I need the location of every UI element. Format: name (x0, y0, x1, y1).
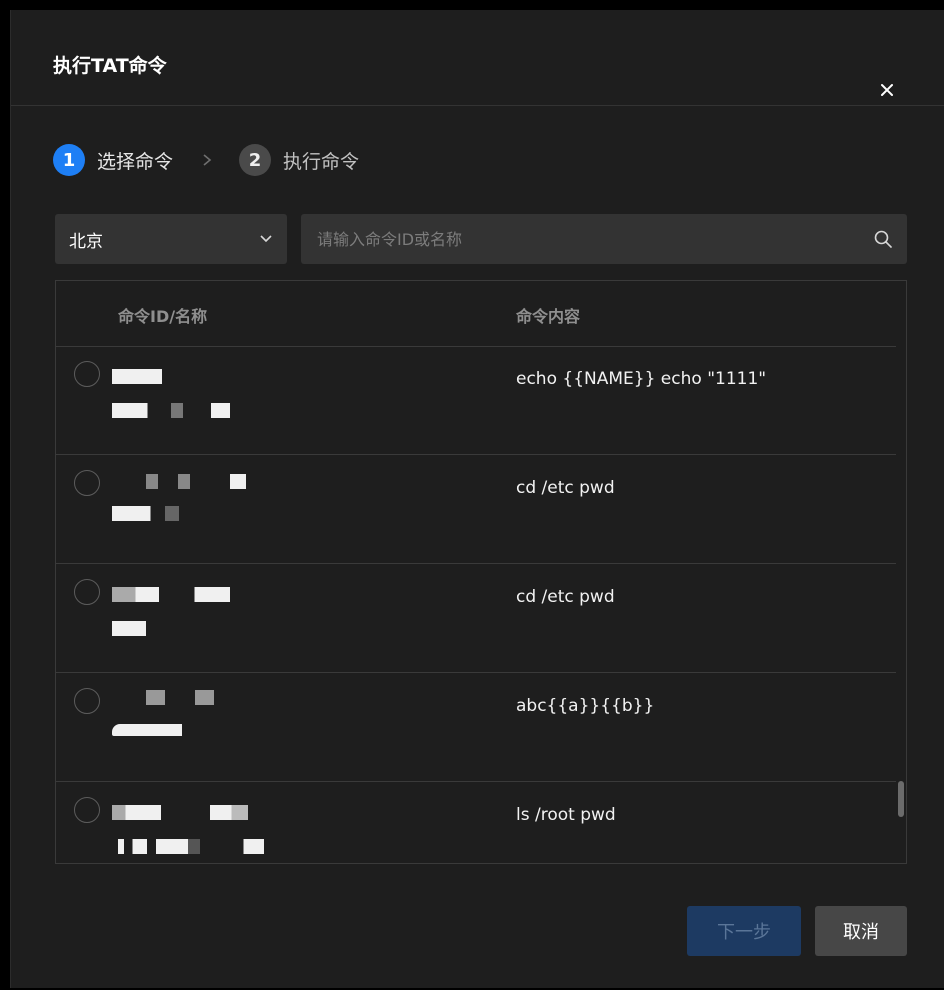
chevron-right-icon (199, 152, 215, 168)
command-content: cd /etc pwd (516, 478, 615, 498)
search-icon[interactable] (873, 229, 893, 249)
row-radio[interactable] (74, 361, 100, 387)
column-header-id-name: 命令ID/名称 (118, 307, 208, 326)
command-search-input[interactable] (317, 229, 873, 249)
command-content: abc{{a}}{{b}} (516, 696, 655, 716)
redacted-command-name (112, 403, 230, 418)
row-radio[interactable] (74, 470, 100, 496)
redacted-command-name (112, 621, 146, 636)
redacted-command-name (112, 506, 208, 521)
region-select-value: 北京 (69, 231, 103, 252)
region-select[interactable]: 北京 (55, 214, 287, 264)
redacted-command-name (118, 839, 264, 854)
next-step-button[interactable]: 下一步 (687, 906, 801, 956)
cancel-button[interactable]: 取消 (815, 906, 907, 956)
table-row[interactable]: ls /root pwd (56, 783, 896, 863)
table-header: 命令ID/名称 命令内容 (56, 281, 896, 347)
table-row[interactable]: abc{{a}}{{b}} (56, 674, 896, 782)
row-radio[interactable] (74, 579, 100, 605)
row-radio[interactable] (74, 797, 100, 823)
redacted-command-id (112, 369, 162, 384)
row-radio[interactable] (74, 688, 100, 714)
redacted-command-id (112, 805, 248, 820)
command-content: echo {{NAME}} echo "1111" (516, 369, 767, 389)
step-2-label: 执行命令 (283, 150, 360, 173)
column-header-content: 命令内容 (516, 307, 581, 326)
execute-tat-command-dialog: 执行TAT命令 1 选择命令 2 执行命令 北京 命令ID/名称 命令内容 (10, 10, 944, 988)
stepper: 1 选择命令 2 执行命令 (53, 142, 359, 178)
chevron-down-icon (260, 235, 272, 243)
command-content: ls /root pwd (516, 805, 616, 825)
table-row[interactable]: cd /etc pwd (56, 456, 896, 564)
command-content: cd /etc pwd (516, 587, 615, 607)
redacted-command-name (112, 724, 182, 736)
dialog-header: 执行TAT命令 (11, 10, 944, 106)
search-box (301, 214, 907, 264)
step-2-number: 2 (239, 144, 272, 176)
command-table: 命令ID/名称 命令内容 echo {{NAME}} echo "1111" c… (55, 280, 907, 864)
table-row[interactable]: echo {{NAME}} echo "1111" (56, 347, 896, 455)
step-1-number: 1 (53, 144, 85, 176)
step-1-label: 选择命令 (97, 150, 174, 173)
redacted-command-id (146, 474, 246, 489)
table-scrollbar[interactable] (898, 781, 904, 817)
redacted-command-id (112, 587, 230, 602)
redacted-command-id (146, 690, 214, 705)
table-row[interactable]: cd /etc pwd (56, 565, 896, 673)
close-icon (881, 84, 893, 96)
dialog-title: 执行TAT命令 (53, 55, 167, 77)
close-button[interactable] (873, 76, 901, 104)
